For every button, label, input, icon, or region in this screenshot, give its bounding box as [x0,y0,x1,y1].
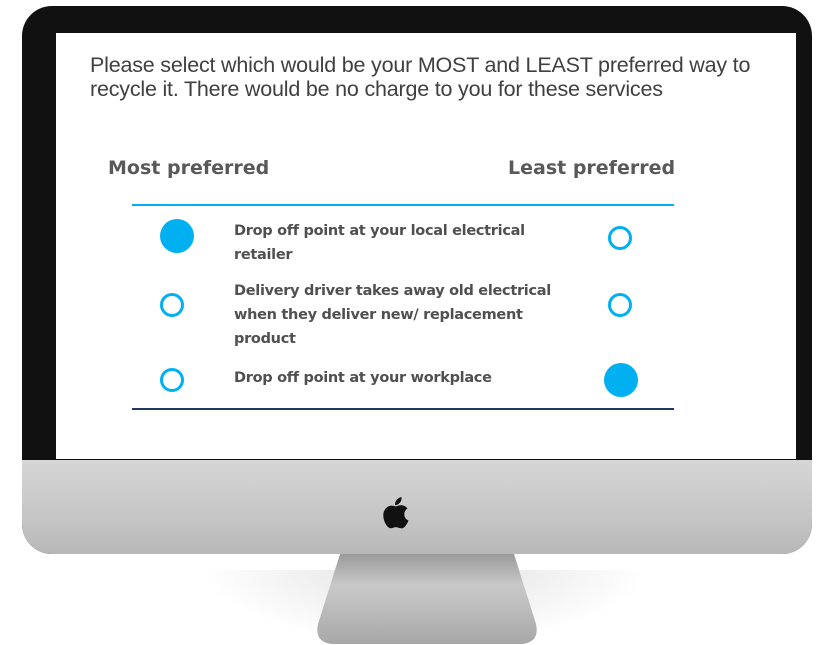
most-radio-option-3[interactable] [160,368,184,392]
top-divider [132,204,674,206]
least-preferred-header: Least preferred [508,157,676,179]
most-preferred-header: Most preferred [108,157,270,179]
option-label-3: Drop off point at your workplace [234,370,492,386]
least-radio-option-2[interactable] [608,293,632,317]
least-radio-option-1[interactable] [608,226,632,250]
option-label-2: Delivery driver takes away old electrica… [234,283,551,347]
monitor-chin [22,460,812,554]
question-text: Please select which would be your MOST a… [90,53,751,101]
option-label-1: Drop off point at your local electrical … [234,223,525,263]
stage: Please select which would be your MOST a… [0,0,826,645]
bottom-divider [132,408,674,410]
least-radio-option-3[interactable] [604,363,638,397]
most-radio-option-2[interactable] [160,293,184,317]
monitor-stand [317,554,537,644]
most-radio-option-1[interactable] [160,219,194,253]
screen: Please select which would be your MOST a… [56,33,796,459]
apple-logo-icon [383,497,409,529]
